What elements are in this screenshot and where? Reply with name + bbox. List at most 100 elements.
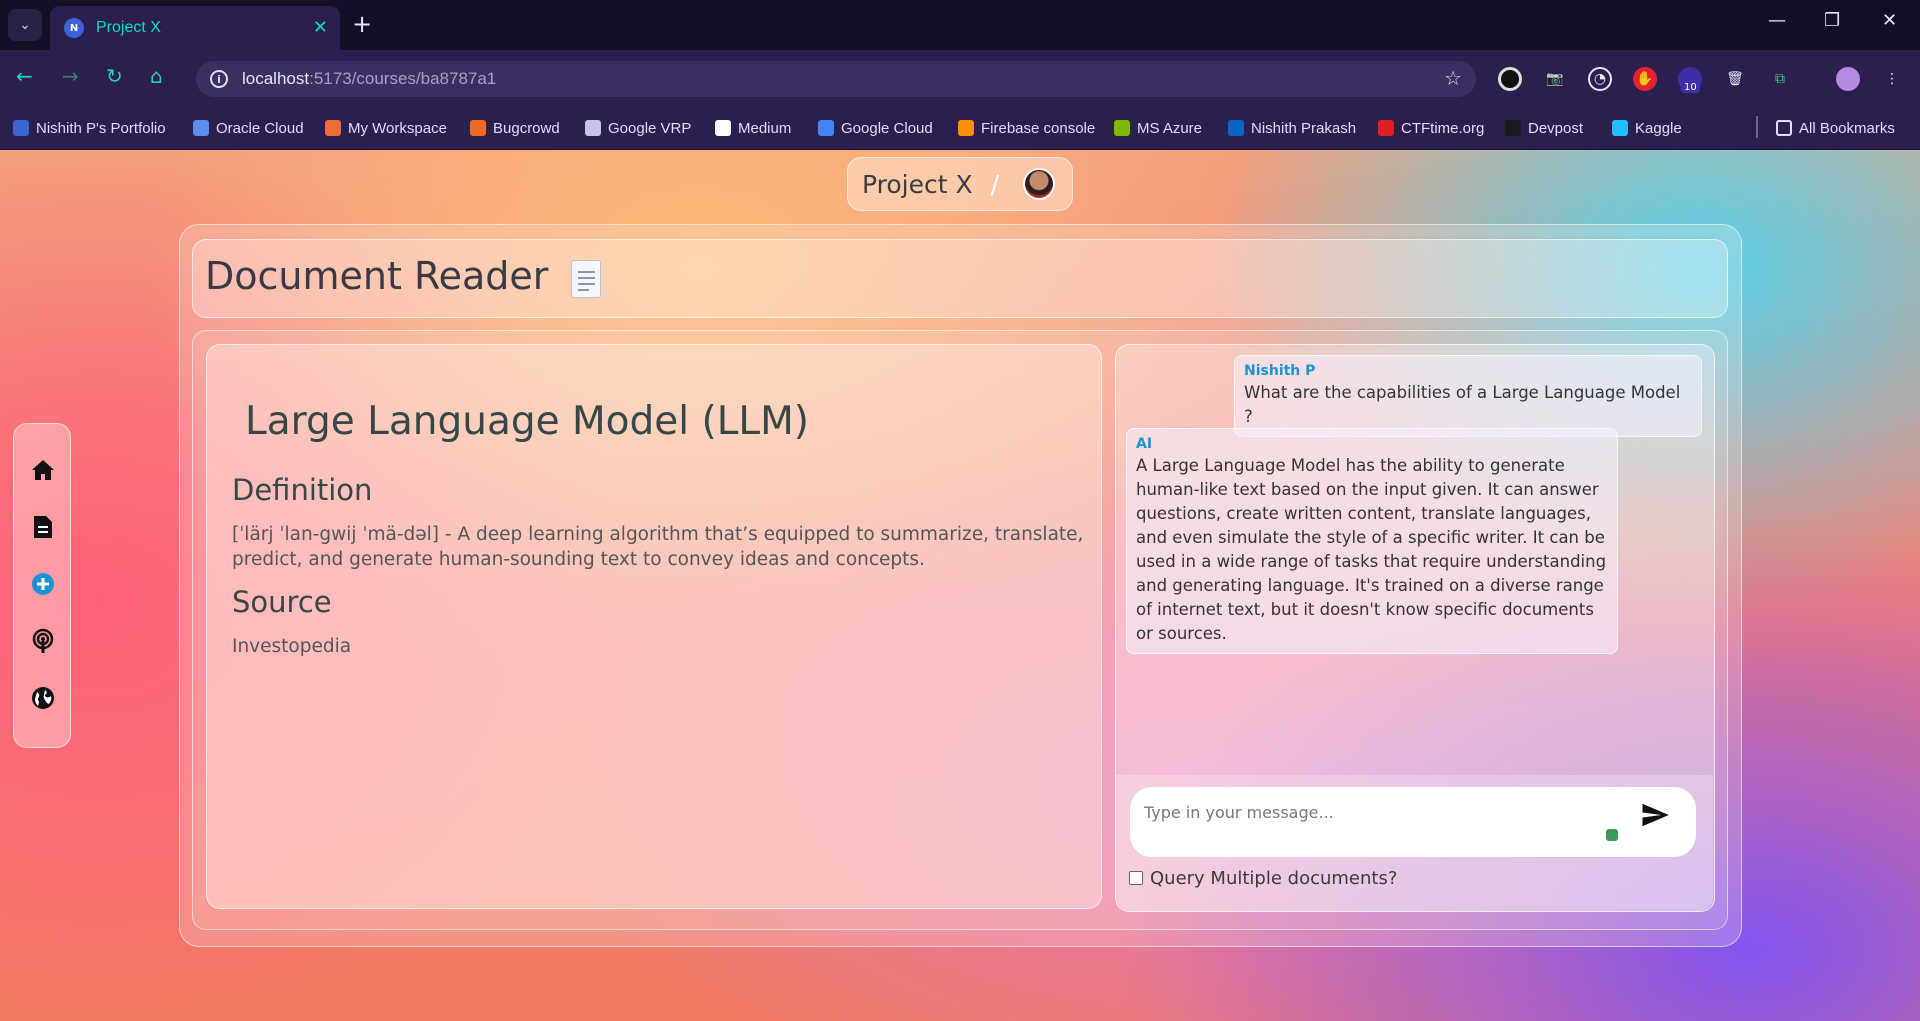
profile-avatar[interactable] bbox=[1836, 67, 1860, 91]
bookmark-favicon-icon bbox=[585, 120, 601, 136]
multi-document-label[interactable]: Query Multiple documents? bbox=[1150, 868, 1397, 889]
bookmark-label: Google Cloud bbox=[841, 119, 933, 137]
bookmark-item[interactable]: Bugcrowd bbox=[470, 116, 560, 140]
bookmark-favicon-icon bbox=[715, 120, 731, 136]
globe-icon[interactable] bbox=[29, 684, 57, 712]
page-title: Document Reader bbox=[205, 254, 549, 298]
bookmark-label: Google VRP bbox=[608, 119, 692, 137]
bookmark-item[interactable]: Nishith Prakash bbox=[1228, 116, 1356, 140]
bookmark-item[interactable]: Oracle Cloud bbox=[193, 116, 304, 140]
bookmark-label: Oracle Cloud bbox=[216, 119, 304, 137]
bookmark-item[interactable]: Google Cloud bbox=[818, 116, 933, 140]
adblock-icon[interactable]: ✋ bbox=[1633, 67, 1657, 91]
extension-badge: 10 bbox=[1681, 82, 1700, 93]
message-sender: AI bbox=[1136, 436, 1153, 452]
browser-tab-bar: ⌄ N Project X ✕ + — ❐ ✕ bbox=[0, 0, 1920, 50]
ai-message: AI A Large Language Model has the abilit… bbox=[1126, 428, 1618, 654]
add-icon[interactable] bbox=[29, 570, 57, 598]
multi-document-checkbox[interactable] bbox=[1129, 871, 1143, 885]
definition-heading: Definition bbox=[232, 473, 373, 507]
bookmark-label: Nishith P's Portfolio bbox=[36, 119, 166, 137]
home-icon[interactable] bbox=[29, 456, 57, 484]
camera-icon[interactable]: 📷 bbox=[1543, 67, 1567, 91]
bookmark-item[interactable]: CTFtime.org bbox=[1378, 116, 1484, 140]
bookmark-item[interactable]: Kaggle bbox=[1612, 116, 1682, 140]
bookmark-separator bbox=[1756, 116, 1758, 138]
bookmark-item[interactable]: Medium bbox=[715, 116, 791, 140]
bookmark-favicon-icon bbox=[13, 120, 29, 136]
bookmark-favicon-icon bbox=[193, 120, 209, 136]
home-icon[interactable]: ⌂ bbox=[150, 64, 163, 88]
bookmark-label: Firebase console bbox=[981, 119, 1096, 137]
bookmark-label: CTFtime.org bbox=[1401, 119, 1485, 137]
bookmark-label: MS Azure bbox=[1137, 119, 1203, 137]
tab-favicon-icon: N bbox=[64, 18, 84, 38]
forward-icon[interactable]: → bbox=[62, 64, 79, 88]
bookmark-item[interactable]: MS Azure bbox=[1114, 116, 1202, 140]
close-window-icon[interactable]: ✕ bbox=[1882, 10, 1897, 31]
bookmark-label: Bugcrowd bbox=[493, 119, 560, 137]
bookmark-favicon-icon bbox=[818, 120, 834, 136]
document-panel: Large Language Model (LLM) Definition [ˈ… bbox=[206, 344, 1102, 909]
page-background: Project X / Document Reader Large Langua… bbox=[0, 150, 1920, 1021]
message-input[interactable]: Type in your message... bbox=[1130, 787, 1696, 857]
document-title: Large Language Model (LLM) bbox=[245, 399, 810, 444]
breadcrumb-title[interactable]: Project X bbox=[862, 170, 973, 199]
trash-icon[interactable]: 🗑 bbox=[1723, 67, 1747, 91]
all-bookmarks-label: All Bookmarks bbox=[1799, 119, 1895, 137]
bookmark-favicon-icon bbox=[1228, 120, 1244, 136]
message-composer: Type in your message... Query Multiple d… bbox=[1116, 775, 1713, 911]
bookmark-item[interactable]: Devpost bbox=[1505, 116, 1583, 140]
reload-icon[interactable]: ↻ bbox=[106, 64, 123, 88]
user-message: Nishith P What are the capabilities of a… bbox=[1234, 355, 1702, 437]
bookmark-label: My Workspace bbox=[348, 119, 447, 137]
url-path: :5173/courses/ba8787a1 bbox=[309, 69, 497, 88]
back-icon[interactable]: ← bbox=[16, 64, 33, 88]
document-icon bbox=[571, 260, 601, 298]
bookmark-label: Devpost bbox=[1528, 119, 1584, 137]
bookmark-item[interactable]: Firebase console bbox=[958, 116, 1095, 140]
bookmark-item[interactable]: My Workspace bbox=[325, 116, 447, 140]
status-indicator-icon bbox=[1606, 829, 1618, 841]
tab-search-button[interactable]: ⌄ bbox=[8, 9, 42, 41]
bookmark-favicon-icon bbox=[1378, 120, 1394, 136]
bookmark-item[interactable]: Nishith P's Portfolio bbox=[13, 116, 166, 140]
bookmark-label: Medium bbox=[738, 119, 792, 137]
bookmark-favicon-icon bbox=[958, 120, 974, 136]
send-icon[interactable] bbox=[1640, 800, 1670, 830]
all-bookmarks-button[interactable]: All Bookmarks bbox=[1776, 116, 1895, 140]
podcast-icon[interactable] bbox=[29, 627, 57, 655]
minimize-icon[interactable]: — bbox=[1768, 10, 1786, 31]
browser-menu-icon[interactable]: ⋮ bbox=[1880, 67, 1904, 91]
speed-gauge-icon[interactable]: ◔ bbox=[1588, 67, 1612, 91]
bookmark-label: Kaggle bbox=[1635, 119, 1682, 137]
side-navigation bbox=[13, 423, 71, 748]
tab-close-icon[interactable]: ✕ bbox=[313, 17, 328, 38]
bookmark-label: Nishith Prakash bbox=[1251, 119, 1357, 137]
page-header: Document Reader bbox=[192, 239, 1728, 318]
source-text: Investopedia bbox=[232, 636, 352, 657]
bookmark-favicon-icon bbox=[325, 120, 341, 136]
extension-record-icon[interactable] bbox=[1498, 67, 1522, 91]
document-icon[interactable] bbox=[29, 513, 57, 541]
extensions-puzzle-icon[interactable]: ⧉ bbox=[1768, 67, 1792, 91]
message-placeholder: Type in your message... bbox=[1144, 803, 1334, 822]
new-tab-button[interactable]: + bbox=[352, 10, 372, 38]
breadcrumb: Project X / bbox=[847, 157, 1073, 211]
chat-panel: Nishith P What are the capabilities of a… bbox=[1115, 344, 1715, 912]
message-sender: Nishith P bbox=[1244, 363, 1316, 379]
bookmark-favicon-icon bbox=[1505, 120, 1521, 136]
folder-icon bbox=[1776, 120, 1792, 136]
url-text[interactable]: localhost:5173/courses/ba8787a1 bbox=[242, 69, 496, 89]
browser-tab[interactable]: N Project X ✕ bbox=[50, 6, 340, 50]
bookmark-item[interactable]: Google VRP bbox=[585, 116, 691, 140]
user-avatar[interactable] bbox=[1023, 168, 1056, 200]
restore-icon[interactable]: ❐ bbox=[1824, 10, 1840, 31]
site-info-icon[interactable]: i bbox=[210, 70, 228, 88]
bookmark-star-icon[interactable]: ☆ bbox=[1444, 66, 1462, 90]
bookmark-favicon-icon bbox=[470, 120, 486, 136]
bookmark-favicon-icon bbox=[1612, 120, 1628, 136]
source-heading: Source bbox=[232, 585, 332, 619]
address-bar[interactable]: i localhost:5173/courses/ba8787a1 ☆ bbox=[196, 61, 1476, 97]
definition-text: [ˈlärj ˈlan-gwij ˈmä-dəl] - A deep learn… bbox=[232, 524, 1084, 570]
